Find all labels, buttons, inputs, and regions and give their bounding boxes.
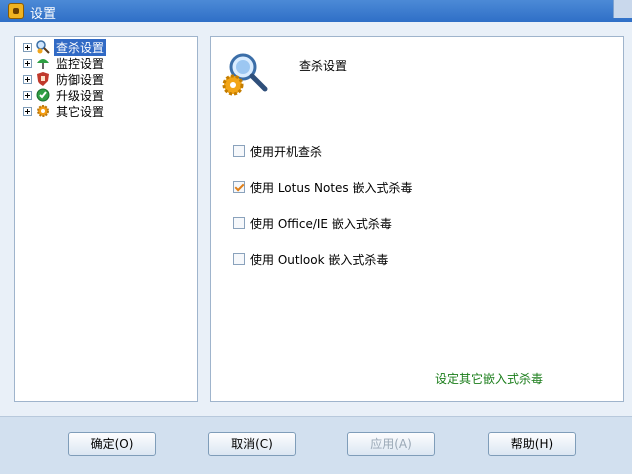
shield-hand-icon [37, 72, 49, 86]
tree-item-other[interactable]: 其它设置 [23, 103, 106, 119]
umbrella-monitor-icon [37, 59, 49, 69]
option-outlook[interactable]: 使用 Outlook 嵌入式杀毒 [233, 251, 388, 267]
option-label: 使用 Outlook 嵌入式杀毒 [250, 252, 389, 267]
scan-search-icon [36, 40, 50, 54]
expand-plus-icon[interactable] [23, 74, 32, 84]
gear-other-icon [37, 105, 49, 117]
tree-item-label: 防御设置 [56, 72, 105, 87]
title-bar: 设置 [0, 0, 632, 22]
configure-embedded-link[interactable]: 设定其它嵌入式杀毒 [435, 370, 543, 387]
option-boot-scan[interactable]: 使用开机查杀 [233, 143, 322, 159]
tree-item-label: 升级设置 [56, 88, 105, 103]
settings-panel: 查杀设置 使用开机查杀 使用 Lotus Notes 嵌入式杀毒 使用 Offi… [210, 36, 624, 402]
tree-item-label: 监控设置 [56, 56, 105, 71]
scan-settings-icon [222, 53, 268, 96]
tree-item-label: 其它设置 [56, 104, 105, 119]
checkbox[interactable] [233, 145, 245, 157]
close-button[interactable] [613, 0, 632, 18]
option-office-ie[interactable]: 使用 Office/IE 嵌入式杀毒 [233, 215, 392, 231]
ok-button[interactable]: 确定(O) [68, 432, 156, 456]
checkbox[interactable] [233, 217, 245, 229]
checkbox[interactable] [233, 253, 245, 265]
settings-tree: 查杀设置 监控设置 防御设置 升级设置 其它设置 [14, 36, 198, 402]
window-title: 设置 [30, 7, 57, 22]
tree-item-monitor[interactable]: 监控设置 [23, 55, 106, 71]
expand-plus-icon[interactable] [23, 90, 32, 100]
option-label: 使用 Lotus Notes 嵌入式杀毒 [250, 180, 413, 195]
tree-item-upgrade[interactable]: 升级设置 [23, 87, 106, 103]
panel-title: 查杀设置 [299, 59, 348, 73]
option-label: 使用 Office/IE 嵌入式杀毒 [250, 216, 392, 231]
expand-plus-icon[interactable] [23, 106, 32, 116]
button-bar: 确定(O) 取消(C) 应用(A) 帮助(H) [0, 416, 632, 474]
tree-item-scan[interactable]: 查杀设置 [23, 38, 107, 56]
tree-item-label: 查杀设置 [54, 38, 107, 56]
help-button[interactable]: 帮助(H) [488, 432, 576, 456]
cancel-button[interactable]: 取消(C) [208, 432, 296, 456]
option-label: 使用开机查杀 [250, 144, 323, 159]
apply-button[interactable]: 应用(A) [347, 432, 435, 456]
settings-content: 查杀设置 监控设置 防御设置 升级设置 其它设置 查杀设置 使用开机查杀 使用 … [0, 22, 632, 416]
expand-plus-icon[interactable] [23, 42, 32, 52]
upgrade-globe-icon [36, 88, 50, 102]
expand-plus-icon[interactable] [23, 58, 32, 68]
option-lotus-notes[interactable]: 使用 Lotus Notes 嵌入式杀毒 [233, 179, 412, 195]
app-logo-icon [8, 3, 24, 19]
checkbox-checked[interactable] [233, 181, 245, 193]
tree-item-defense[interactable]: 防御设置 [23, 71, 106, 87]
